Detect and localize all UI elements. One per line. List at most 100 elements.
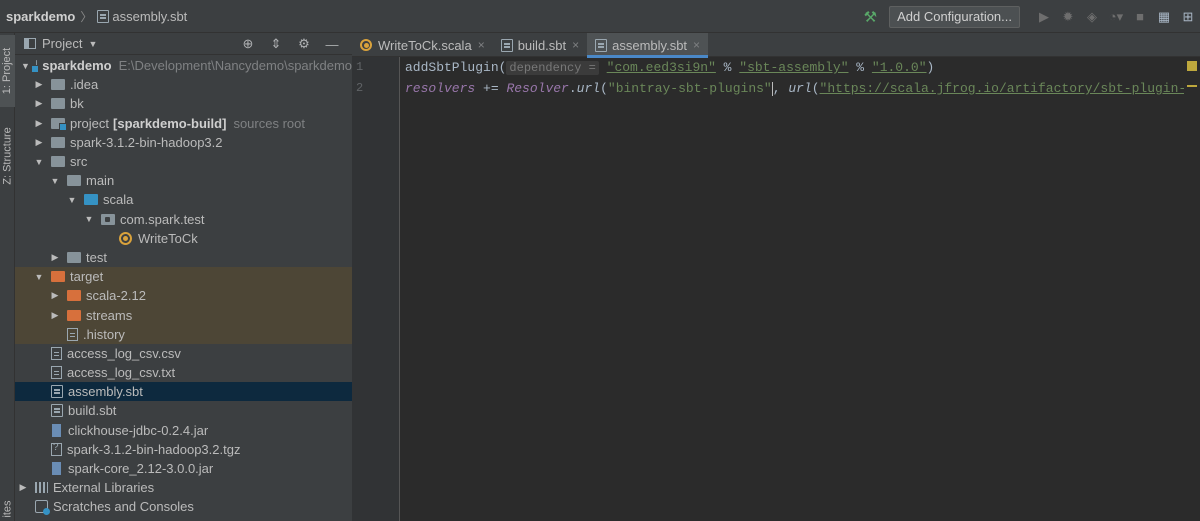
- tree-item-sparkdemo[interactable]: ▼ sparkdemo E:\Development\Nancydemo\spa…: [15, 56, 352, 75]
- collapsed-arrow-icon[interactable]: ▶: [49, 310, 61, 321]
- editor-tabs: WriteToCk.scala × build.sbt × assembly.s…: [352, 33, 1200, 58]
- breadcrumb-file[interactable]: assembly.sbt: [112, 9, 187, 24]
- sbt-file-icon: [97, 9, 110, 23]
- token-operator: %: [848, 60, 872, 75]
- collapsed-arrow-icon[interactable]: ▶: [17, 482, 29, 493]
- collapse-all-icon[interactable]: ⇕: [262, 36, 290, 52]
- run-toolbar: ⚒ Add Configuration... ▶ ✹ ◈ ◔▾ ■ ▦ ⊞: [864, 0, 1200, 33]
- expanded-arrow-icon[interactable]: ▼: [49, 176, 61, 186]
- tree-item-external-libraries[interactable]: ▶ External Libraries: [15, 478, 352, 497]
- tab-assembly-sbt[interactable]: assembly.sbt ×: [587, 33, 709, 58]
- expanded-arrow-icon[interactable]: ▼: [21, 61, 30, 71]
- tree-item-module-name: [sparkdemo-build]: [113, 115, 227, 131]
- excluded-folder-icon: [67, 309, 81, 321]
- tree-item-streams[interactable]: ▶ streams: [15, 305, 352, 325]
- project-panel-title[interactable]: Project: [42, 36, 82, 51]
- tab-label: WriteToCk.scala: [378, 37, 472, 53]
- code-content[interactable]: addSbtPlugin(dependency = "com.eed3si9n"…: [405, 57, 1184, 521]
- run-icon[interactable]: ▶: [1032, 9, 1056, 25]
- tree-item-access-log-txt[interactable]: access_log_csv.txt: [15, 363, 352, 382]
- editor-scrollbar[interactable]: [1184, 57, 1200, 521]
- tree-item-label: scala: [103, 192, 134, 208]
- tree-item-writetock[interactable]: WriteToCk: [15, 229, 352, 248]
- tree-item-label: target: [70, 269, 104, 285]
- warning-stripe[interactable]: [1187, 85, 1197, 87]
- tree-item-assembly-sbt[interactable]: assembly.sbt: [15, 382, 352, 402]
- tree-item-main[interactable]: ▼ main: [15, 171, 352, 190]
- text-file-icon: [51, 366, 62, 380]
- breadcrumb-separator-icon: 〉: [80, 9, 93, 24]
- tree-item-label: .idea: [70, 77, 99, 93]
- tree-item-label: access_log_csv.txt: [67, 365, 176, 381]
- collapsed-arrow-icon[interactable]: ▶: [33, 98, 45, 109]
- tree-item-project[interactable]: ▶ project [sparkdemo-build] sources root: [15, 114, 352, 133]
- tree-item-hint: sources root: [233, 115, 305, 131]
- profile-icon[interactable]: ◔▾: [1104, 9, 1128, 25]
- tree-item-access-log-csv[interactable]: access_log_csv.csv: [15, 344, 352, 363]
- tree-item-target[interactable]: ▼ target: [15, 267, 352, 287]
- gear-icon[interactable]: ⚙: [290, 36, 318, 52]
- tree-item-test[interactable]: ▶ test: [15, 248, 352, 267]
- tree-item-label: src: [70, 154, 88, 170]
- tree-item-spark-core-jar[interactable]: spark-core_2.12-3.0.0.jar: [15, 459, 352, 478]
- tree-item-package[interactable]: ▼ com.spark.test: [15, 210, 352, 229]
- hide-panel-icon[interactable]: —: [318, 37, 346, 52]
- tree-item-scala[interactable]: ▼ scala: [15, 190, 352, 209]
- tree-item-src[interactable]: ▼ src: [15, 152, 352, 171]
- sbt-file-icon: [51, 385, 63, 399]
- add-configuration-button[interactable]: Add Configuration...: [889, 5, 1020, 28]
- coverage-icon[interactable]: ◈: [1080, 9, 1104, 25]
- tree-item-label: Scratches and Consoles: [53, 499, 194, 515]
- close-icon[interactable]: ×: [693, 38, 700, 52]
- tree-item-clickhouse-jar[interactable]: clickhouse-jdbc-0.2.4.jar: [15, 421, 352, 440]
- tree-item-idea[interactable]: ▶ .idea: [15, 75, 352, 94]
- tree-item-spark-tgz[interactable]: spark-3.1.2-bin-hadoop3.2.tgz: [15, 440, 352, 459]
- tab-favorites-tool[interactable]: ites: [0, 497, 15, 521]
- tab-project-tool[interactable]: 1: Project: [0, 35, 15, 107]
- token-paren: (: [811, 81, 820, 96]
- stop-icon[interactable]: ■: [1128, 9, 1152, 24]
- close-icon[interactable]: ×: [478, 38, 485, 52]
- expanded-arrow-icon[interactable]: ▼: [33, 272, 45, 282]
- tree-item-bk[interactable]: ▶ bk: [15, 94, 352, 113]
- collapsed-arrow-icon[interactable]: ▶: [33, 137, 45, 148]
- source-folder-icon: [84, 194, 98, 206]
- project-structure-icon[interactable]: ▦: [1152, 9, 1176, 25]
- token-object: Resolver: [506, 81, 569, 96]
- collapsed-arrow-icon[interactable]: ▶: [33, 79, 45, 90]
- warning-marker-icon[interactable]: [1187, 61, 1197, 71]
- tree-item-label: com.spark.test: [120, 211, 205, 227]
- expanded-arrow-icon[interactable]: ▼: [33, 157, 45, 167]
- build-hammer-icon[interactable]: ⚒: [864, 8, 877, 26]
- tree-item-scala-2-12[interactable]: ▶ scala-2.12: [15, 286, 352, 306]
- tab-structure-tool[interactable]: Z: Structure: [0, 119, 15, 193]
- expanded-arrow-icon[interactable]: ▼: [66, 195, 78, 205]
- chevron-down-icon[interactable]: ▼: [88, 39, 97, 49]
- tree-item-label: spark-core_2.12-3.0.0.jar: [68, 461, 214, 477]
- debug-icon[interactable]: ✹: [1056, 9, 1080, 25]
- close-icon[interactable]: ×: [572, 38, 579, 52]
- tree-item-history[interactable]: .history: [15, 324, 352, 344]
- token-paren: (: [600, 81, 608, 96]
- tree-item-build-sbt[interactable]: build.sbt: [15, 401, 352, 420]
- collapsed-arrow-icon[interactable]: ▶: [49, 290, 61, 301]
- tree-item-label: spark-3.1.2-bin-hadoop3.2.tgz: [67, 441, 241, 457]
- token-function: addSbtPlugin(: [405, 60, 507, 75]
- expanded-arrow-icon[interactable]: ▼: [83, 214, 95, 224]
- project-tool-label: 1: Project: [1, 47, 14, 95]
- tree-item-scratches[interactable]: Scratches and Consoles: [15, 497, 352, 516]
- tab-writetock-scala[interactable]: WriteToCk.scala ×: [352, 33, 493, 57]
- tree-item-spark-dir[interactable]: ▶ spark-3.1.2-bin-hadoop3.2: [15, 133, 352, 152]
- token-string: "1.0.0": [871, 60, 927, 75]
- excluded-folder-icon: [67, 290, 81, 302]
- collapsed-arrow-icon[interactable]: ▶: [33, 118, 45, 129]
- breadcrumb-project[interactable]: sparkdemo: [6, 9, 75, 24]
- tab-build-sbt[interactable]: build.sbt ×: [493, 33, 587, 57]
- left-tool-strip: 1: Project Z: Structure ites: [0, 33, 15, 521]
- locate-file-icon[interactable]: ⊕: [234, 36, 262, 52]
- search-everywhere-icon[interactable]: ⊞: [1176, 9, 1200, 25]
- tree-item-label: scala-2.12: [86, 288, 146, 304]
- file-icon: [51, 346, 62, 360]
- tree-item-label: WriteToCk: [138, 230, 198, 246]
- collapsed-arrow-icon[interactable]: ▶: [49, 252, 61, 263]
